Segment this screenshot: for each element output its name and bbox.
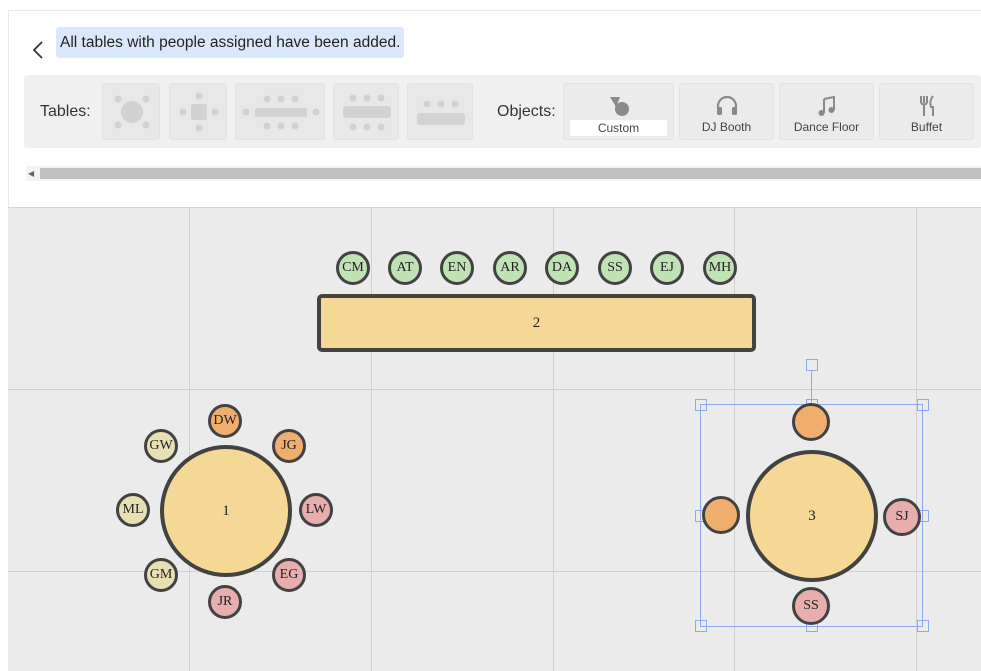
back-chevron-icon[interactable]: [31, 39, 47, 61]
grid-line: [8, 389, 981, 390]
dance-floor-option[interactable]: Dance Floor: [779, 83, 874, 140]
custom-object-option[interactable]: Custom: [563, 83, 674, 140]
table-2[interactable]: 2: [317, 294, 756, 352]
headphones-icon: [716, 95, 737, 115]
table-3[interactable]: 3: [746, 450, 878, 582]
music-note-icon: [818, 95, 835, 116]
head-table-option[interactable]: [407, 83, 473, 140]
seat[interactable]: EN: [440, 251, 474, 285]
resize-handle[interactable]: [695, 620, 707, 632]
scrollbar-thumb[interactable]: [40, 168, 981, 179]
dance-floor-label: Dance Floor: [793, 120, 860, 134]
seat[interactable]: DA: [545, 251, 579, 285]
rect-table-option[interactable]: [333, 83, 399, 140]
resize-handle[interactable]: [917, 399, 929, 411]
seat[interactable]: CM: [336, 251, 370, 285]
buffet-option[interactable]: Buffet: [879, 83, 974, 140]
objects-label: Objects:: [497, 103, 556, 120]
seat[interactable]: SS: [598, 251, 632, 285]
seat[interactable]: SJ: [883, 498, 921, 536]
resize-handle[interactable]: [917, 620, 929, 632]
horizontal-scrollbar[interactable]: ◀: [26, 166, 981, 181]
dj-booth-option[interactable]: DJ Booth: [679, 83, 774, 140]
grid-line: [916, 208, 917, 671]
fork-knife-icon: [919, 95, 934, 116]
seat[interactable]: JR: [208, 585, 242, 619]
square-table-option[interactable]: [169, 83, 227, 140]
grid-line: [734, 208, 735, 671]
seat[interactable]: SS: [792, 587, 830, 625]
head-table-icon: [417, 100, 465, 125]
scroll-left-arrow-icon[interactable]: ◀: [28, 166, 38, 181]
table-1[interactable]: 1: [160, 445, 292, 577]
seat[interactable]: [702, 496, 740, 534]
grid-line: [371, 208, 372, 671]
seat[interactable]: ML: [116, 493, 150, 527]
long-table-option[interactable]: [235, 83, 325, 140]
seat[interactable]: EJ: [650, 251, 684, 285]
seat[interactable]: LW: [299, 493, 333, 527]
seat[interactable]: GW: [144, 429, 178, 463]
round-table-icon: [114, 95, 150, 129]
rect-table-icon: [343, 94, 391, 131]
seat[interactable]: [792, 403, 830, 441]
grid-line: [189, 208, 190, 671]
seat[interactable]: AT: [388, 251, 422, 285]
toolbar: Tables: Objects: Custom DJ Booth Dance F…: [24, 75, 981, 148]
buffet-label: Buffet: [910, 120, 943, 134]
notice-banner: All tables with people assigned have bee…: [56, 27, 405, 58]
custom-shape-icon: [609, 97, 629, 116]
seat[interactable]: JG: [272, 429, 306, 463]
seat[interactable]: AR: [493, 251, 527, 285]
tables-label: Tables:: [40, 103, 91, 120]
seat[interactable]: GM: [144, 558, 178, 592]
seat[interactable]: DW: [208, 404, 242, 438]
square-table-icon: [179, 92, 219, 132]
resize-handle[interactable]: [695, 399, 707, 411]
dj-booth-label: DJ Booth: [701, 120, 752, 134]
seat[interactable]: EG: [272, 558, 306, 592]
seat[interactable]: MH: [703, 251, 737, 285]
long-table-icon: [242, 95, 320, 130]
floor-plan-canvas[interactable]: CM AT EN AR DA SS EJ MH 2 1 DW JG LW EG …: [8, 207, 981, 671]
rotate-handle[interactable]: [806, 359, 818, 371]
round-table-option[interactable]: [102, 83, 160, 140]
custom-object-label: Custom: [570, 120, 667, 136]
